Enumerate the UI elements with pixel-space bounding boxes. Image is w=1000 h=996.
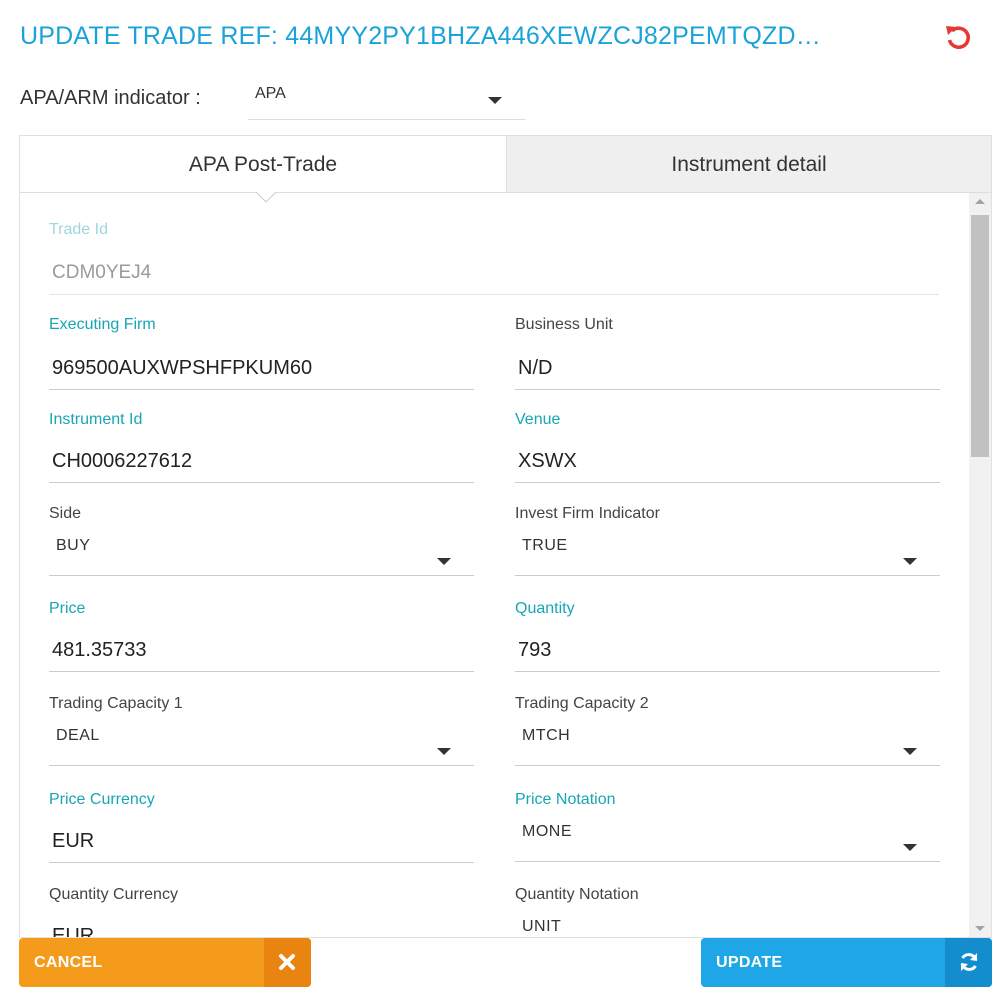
caret-down-icon xyxy=(488,97,502,104)
page-title: UPDATE TRADE REF: 44MYY2PY1BHZA446XEWZCJ… xyxy=(20,22,821,50)
trading-capacity-2-label: Trading Capacity 2 xyxy=(515,695,649,712)
trade-id-label: Trade Id xyxy=(49,221,108,238)
quantity-notation-label: Quantity Notation xyxy=(515,886,639,903)
trading-capacity-1-value: DEAL xyxy=(56,727,100,744)
close-icon[interactable] xyxy=(264,938,311,987)
scroll-up-arrow-icon[interactable] xyxy=(975,199,985,204)
venue-field: Venue XSWX xyxy=(515,411,940,491)
side-field: Side BUY xyxy=(49,505,474,585)
quantity-notation-field: Quantity Notation UNIT xyxy=(515,886,940,937)
executing-firm-input[interactable]: 969500AUXWPSHFPKUM60 xyxy=(49,350,474,390)
price-label: Price xyxy=(49,600,86,617)
executing-firm-field: Executing Firm 969500AUXWPSHFPKUM60 xyxy=(49,316,474,396)
update-button[interactable]: UPDATE xyxy=(701,938,992,987)
trade-id-field: Trade Id CDM0YEJ4 xyxy=(49,221,939,301)
invest-firm-indicator-value: TRUE xyxy=(522,537,568,554)
apa-arm-indicator-label: APA/ARM indicator : xyxy=(20,87,201,109)
caret-down-icon xyxy=(903,844,917,851)
trading-capacity-1-field: Trading Capacity 1 DEAL xyxy=(49,695,474,775)
cancel-button[interactable]: CANCEL xyxy=(19,938,311,987)
instrument-id-input[interactable]: CH0006227612 xyxy=(49,443,474,483)
form-content: Trade Id CDM0YEJ4 Executing Firm 969500A… xyxy=(20,193,970,937)
trading-capacity-2-value: MTCH xyxy=(522,727,571,744)
caret-down-icon xyxy=(437,558,451,565)
caret-down-icon xyxy=(437,748,451,755)
update-button-label: UPDATE xyxy=(716,954,783,971)
business-unit-field: Business Unit N/D xyxy=(515,316,940,396)
price-notation-field: Price Notation MONE xyxy=(515,791,940,871)
scroll-down-arrow-icon[interactable] xyxy=(975,926,985,931)
trading-capacity-2-field: Trading Capacity 2 MTCH xyxy=(515,695,940,775)
price-currency-input[interactable]: EUR xyxy=(49,823,474,863)
price-notation-label: Price Notation xyxy=(515,791,616,808)
scrollbar-thumb[interactable] xyxy=(971,215,989,457)
caret-down-icon xyxy=(903,558,917,565)
price-notation-value: MONE xyxy=(522,823,572,840)
invest-firm-indicator-label: Invest Firm Indicator xyxy=(515,505,660,522)
tab-apa-post-trade[interactable]: APA Post-Trade xyxy=(20,136,506,193)
quantity-label: Quantity xyxy=(515,600,575,617)
side-select[interactable]: BUY xyxy=(49,531,474,576)
venue-label: Venue xyxy=(515,411,561,428)
cancel-button-label: CANCEL xyxy=(34,954,103,971)
invest-firm-indicator-field: Invest Firm Indicator TRUE xyxy=(515,505,940,585)
apa-arm-indicator-select[interactable]: APA xyxy=(248,80,525,120)
quantity-notation-select[interactable]: UNIT xyxy=(515,912,940,937)
quantity-currency-field: Quantity Currency EUR xyxy=(49,886,474,937)
caret-down-icon xyxy=(903,748,917,755)
footer-actions: CANCEL UPDATE xyxy=(0,937,1000,996)
business-unit-input[interactable]: N/D xyxy=(515,350,940,390)
price-input[interactable]: 481.35733 xyxy=(49,632,474,672)
price-notation-select[interactable]: MONE xyxy=(515,817,940,862)
price-currency-label: Price Currency xyxy=(49,791,155,808)
trading-capacity-2-select[interactable]: MTCH xyxy=(515,721,940,766)
apa-arm-indicator-row: APA/ARM indicator : APA xyxy=(20,80,540,120)
price-currency-field: Price Currency EUR xyxy=(49,791,474,871)
trade-id-input: CDM0YEJ4 xyxy=(49,255,939,295)
header: UPDATE TRADE REF: 44MYY2PY1BHZA446XEWZCJ… xyxy=(0,0,1000,75)
refresh-icon[interactable] xyxy=(945,938,992,987)
undo-icon[interactable] xyxy=(943,22,973,52)
instrument-id-label: Instrument Id xyxy=(49,411,143,428)
trading-capacity-1-select[interactable]: DEAL xyxy=(49,721,474,766)
business-unit-label: Business Unit xyxy=(515,316,613,333)
apa-arm-indicator-value: APA xyxy=(255,85,286,102)
instrument-id-field: Instrument Id CH0006227612 xyxy=(49,411,474,491)
vertical-scrollbar[interactable] xyxy=(969,193,991,937)
tab-instrument-detail[interactable]: Instrument detail xyxy=(506,136,991,193)
venue-input[interactable]: XSWX xyxy=(515,443,940,483)
quantity-currency-input[interactable]: EUR xyxy=(49,918,474,937)
side-value: BUY xyxy=(56,537,91,554)
invest-firm-indicator-select[interactable]: TRUE xyxy=(515,531,940,576)
trading-capacity-1-label: Trading Capacity 1 xyxy=(49,695,183,712)
quantity-notation-value: UNIT xyxy=(522,918,562,935)
price-field: Price 481.35733 xyxy=(49,600,474,680)
quantity-currency-label: Quantity Currency xyxy=(49,886,178,903)
tab-bar: APA Post-Trade Instrument detail xyxy=(20,136,991,203)
side-label: Side xyxy=(49,505,82,522)
executing-firm-label: Executing Firm xyxy=(49,316,156,333)
quantity-input[interactable]: 793 xyxy=(515,632,940,672)
quantity-field: Quantity 793 xyxy=(515,600,940,680)
trade-form-panel: APA Post-Trade Instrument detail Trade I… xyxy=(19,135,992,938)
